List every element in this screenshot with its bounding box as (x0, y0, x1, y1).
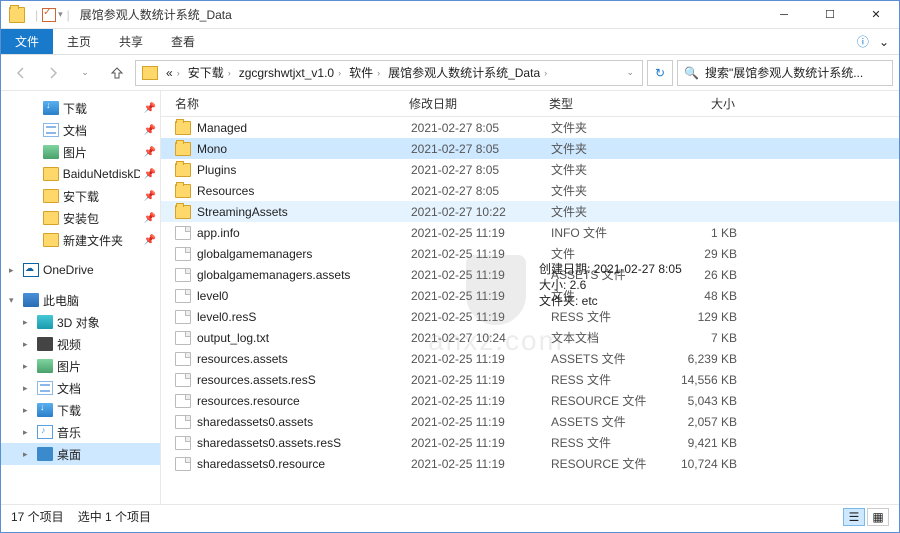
table-row[interactable]: StreamingAssets2021-02-27 10:22文件夹 (161, 201, 899, 222)
column-headers[interactable]: 名称 修改日期 类型 大小 (161, 91, 899, 117)
minimize-button[interactable]: ─ (761, 1, 807, 29)
file-list[interactable]: Managed2021-02-27 8:05文件夹Mono2021-02-27 … (161, 117, 899, 504)
address-bar[interactable]: « › 安下载› zgcgrshwtjxt_v1.0› 软件› 展馆参观人数统计… (135, 60, 643, 86)
search-icon: 🔍 (684, 66, 699, 80)
tree-item[interactable]: ▸视频 (1, 333, 160, 355)
tree-item[interactable]: ▾此电脑 (1, 289, 160, 311)
table-row[interactable]: globalgamemanagers2021-02-25 11:19文件29 K… (161, 243, 899, 264)
recent-button[interactable]: ⌄ (71, 60, 99, 86)
table-row[interactable]: sharedassets0.assets.resS2021-02-25 11:1… (161, 432, 899, 453)
crumb[interactable]: zgcgrshwtjxt_v1.0› (235, 61, 345, 85)
table-row[interactable]: sharedassets0.assets2021-02-25 11:19ASSE… (161, 411, 899, 432)
table-row[interactable]: resources.assets2021-02-25 11:19ASSETS 文… (161, 348, 899, 369)
tree-item[interactable]: ▸桌面 (1, 443, 160, 465)
table-row[interactable]: Managed2021-02-27 8:05文件夹 (161, 117, 899, 138)
chevron-down-icon[interactable]: ▾ (58, 9, 63, 20)
col-size[interactable]: 大小 (665, 95, 765, 112)
table-row[interactable]: Mono2021-02-27 8:05文件夹 (161, 138, 899, 159)
status-count: 17 个项目 (11, 508, 64, 525)
tree-item[interactable]: ▸3D 对象 (1, 311, 160, 333)
tree-item[interactable]: ▸OneDrive (1, 259, 160, 281)
crumb[interactable]: 展馆参观人数统计系统_Data› (384, 61, 551, 85)
qat-checkbox[interactable] (42, 8, 56, 22)
window-title: 展馆参观人数统计系统_Data (80, 6, 232, 23)
icons-view-button[interactable]: ▦ (867, 508, 889, 526)
tree-item[interactable]: ▸音乐 (1, 421, 160, 443)
table-row[interactable]: resources.resource2021-02-25 11:19RESOUR… (161, 390, 899, 411)
nav-row: ⌄ « › 安下载› zgcgrshwtjxt_v1.0› 软件› 展馆参观人数… (1, 55, 899, 91)
view-buttons: ☰ ▦ (843, 508, 889, 526)
tree-item[interactable]: 下载📌 (1, 97, 160, 119)
titlebar: | ▾ | 展馆参观人数统计系统_Data ─ ☐ ✕ (1, 1, 899, 29)
status-bar: 17 个项目 选中 1 个项目 ☰ ▦ (1, 504, 899, 528)
back-button[interactable] (7, 60, 35, 86)
nav-tree[interactable]: 下载📌文档📌图片📌BaiduNetdiskD📌安下载📌安装包📌新建文件夹📌 ▸On… (1, 91, 161, 504)
separator: | (35, 8, 38, 22)
tree-item[interactable]: ▸下载 (1, 399, 160, 421)
crumb[interactable]: 软件› (345, 61, 384, 85)
table-row[interactable]: app.info2021-02-25 11:19INFO 文件1 KB (161, 222, 899, 243)
tree-item[interactable]: ▸图片 (1, 355, 160, 377)
crumb-ellipsis[interactable]: « › (162, 61, 184, 85)
tab-view[interactable]: 查看 (157, 29, 209, 54)
table-row[interactable]: output_log.txt2021-02-27 10:24文本文档7 KB (161, 327, 899, 348)
table-row[interactable]: sharedassets0.resource2021-02-25 11:19RE… (161, 453, 899, 474)
close-button[interactable]: ✕ (853, 1, 899, 29)
separator: | (67, 8, 70, 22)
forward-button[interactable] (39, 60, 67, 86)
crumb[interactable]: 安下载› (184, 61, 235, 85)
tree-item[interactable]: 安下载📌 (1, 185, 160, 207)
maximize-button[interactable]: ☐ (807, 1, 853, 29)
col-name[interactable]: 名称 (175, 95, 409, 112)
folder-icon (142, 66, 158, 80)
status-selected: 选中 1 个项目 (78, 508, 151, 525)
table-row[interactable]: level0.resS2021-02-25 11:19RESS 文件129 KB (161, 306, 899, 327)
folder-icon (9, 7, 25, 23)
table-row[interactable]: resources.assets.resS2021-02-25 11:19RES… (161, 369, 899, 390)
up-button[interactable] (103, 60, 131, 86)
tab-home[interactable]: 主页 (53, 29, 105, 54)
col-type[interactable]: 类型 (549, 95, 665, 112)
tree-item[interactable]: 图片📌 (1, 141, 160, 163)
search-input[interactable]: 🔍 搜索"展馆参观人数统计系统... (677, 60, 893, 86)
file-pane: 名称 修改日期 类型 大小 Managed2021-02-27 8:05文件夹M… (161, 91, 899, 504)
details-view-button[interactable]: ☰ (843, 508, 865, 526)
refresh-button[interactable]: ↻ (647, 60, 673, 86)
table-row[interactable]: level02021-02-25 11:19文件48 KB (161, 285, 899, 306)
ribbon: 文件 主页 共享 查看 ⓘ ⌄ (1, 29, 899, 55)
tree-item[interactable]: 新建文件夹📌 (1, 229, 160, 251)
tree-item[interactable]: ▸文档 (1, 377, 160, 399)
quick-access-toolbar: | ▾ | (33, 8, 72, 22)
table-row[interactable]: Plugins2021-02-27 8:05文件夹 (161, 159, 899, 180)
table-row[interactable]: globalgamemanagers.assets2021-02-25 11:1… (161, 264, 899, 285)
tab-file[interactable]: 文件 (1, 29, 53, 54)
tree-item[interactable]: 安装包📌 (1, 207, 160, 229)
main: 下载📌文档📌图片📌BaiduNetdiskD📌安下载📌安装包📌新建文件夹📌 ▸On… (1, 91, 899, 504)
tab-share[interactable]: 共享 (105, 29, 157, 54)
table-row[interactable]: Resources2021-02-27 8:05文件夹 (161, 180, 899, 201)
tree-item[interactable]: 文档📌 (1, 119, 160, 141)
ribbon-help[interactable]: ⓘ ⌄ (857, 29, 899, 54)
search-placeholder: 搜索"展馆参观人数统计系统... (705, 64, 863, 81)
col-date[interactable]: 修改日期 (409, 95, 549, 112)
window-buttons: ─ ☐ ✕ (761, 1, 899, 29)
tree-item[interactable]: BaiduNetdiskD📌 (1, 163, 160, 185)
addr-dropdown[interactable]: ⌄ (620, 67, 640, 78)
